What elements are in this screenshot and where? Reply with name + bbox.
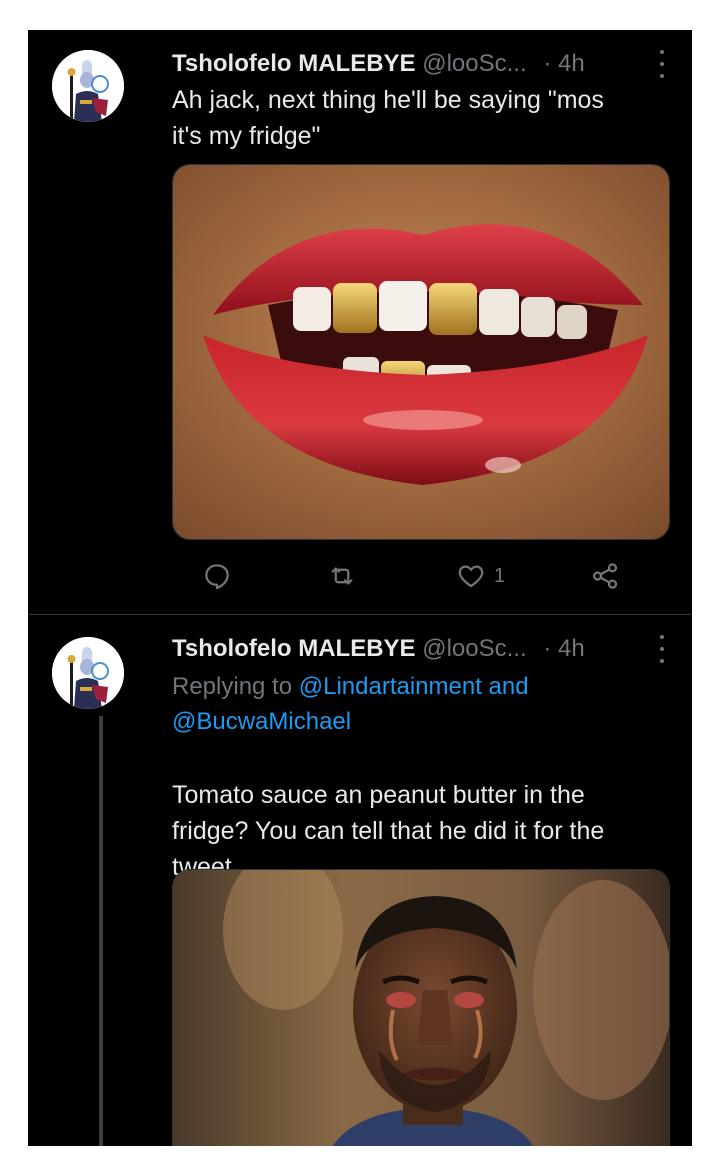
like-button[interactable]: 1 bbox=[456, 558, 505, 594]
tweet-actions: 1 bbox=[172, 558, 668, 594]
retweet-button[interactable] bbox=[326, 558, 358, 594]
thread-line bbox=[99, 716, 103, 1146]
reply-icon bbox=[205, 564, 229, 590]
lips-gold-teeth-photo[interactable] bbox=[172, 164, 670, 540]
tweet-text: Ah jack, next thing he'll be saying "mos… bbox=[172, 82, 668, 154]
heart-icon bbox=[458, 565, 484, 588]
timestamp[interactable]: 4h bbox=[558, 635, 585, 662]
tweet-text-line: Tomato sauce an peanut butter in the bbox=[172, 781, 585, 809]
tweet-text-line: fridge? You can tell that he did it for … bbox=[172, 817, 605, 845]
replying-to: Replying to @Lindartainment and @BucwaMi… bbox=[172, 669, 652, 739]
retweet-icon bbox=[331, 567, 353, 585]
tweet-text-line: it's my fridge" bbox=[172, 122, 321, 150]
replying-to-label: Replying to bbox=[172, 673, 299, 700]
more-options-icon[interactable] bbox=[654, 50, 670, 78]
mention-link[interactable]: @Lindartainment bbox=[299, 673, 482, 700]
tweet-header: Tsholofelo MALEBYE @looSc... · 4h bbox=[172, 46, 662, 82]
tweet[interactable]: Tsholofelo MALEBYE @looSc... · 4h Ah jac… bbox=[28, 30, 692, 614]
tweet[interactable]: Tsholofelo MALEBYE @looSc... · 4h Replyi… bbox=[28, 615, 692, 1146]
author-handle[interactable]: @looSc... bbox=[422, 635, 526, 662]
author-handle[interactable]: @looSc... bbox=[422, 50, 526, 77]
mention-connector: and bbox=[481, 673, 529, 700]
avatar[interactable] bbox=[52, 50, 124, 122]
reply-button[interactable] bbox=[202, 558, 232, 594]
share-button[interactable] bbox=[590, 558, 620, 594]
more-options-icon[interactable] bbox=[654, 635, 670, 663]
crying-man-photo[interactable] bbox=[172, 869, 670, 1146]
mention-link[interactable]: @BucwaMichael bbox=[172, 708, 351, 735]
avatar[interactable] bbox=[52, 637, 124, 709]
separator-dot: · bbox=[543, 635, 552, 662]
timeline-screen: Tsholofelo MALEBYE @looSc... · 4h Ah jac… bbox=[28, 30, 692, 1146]
author-name[interactable]: Tsholofelo MALEBYE bbox=[172, 635, 416, 662]
timestamp[interactable]: 4h bbox=[558, 50, 585, 77]
separator-dot: · bbox=[543, 50, 552, 77]
tweet-text-line: Ah jack, next thing he'll be saying "mos bbox=[172, 86, 604, 114]
tweet-header: Tsholofelo MALEBYE @looSc... · 4h bbox=[172, 631, 662, 667]
share-icon bbox=[592, 563, 618, 589]
like-count: 1 bbox=[494, 564, 506, 587]
author-name[interactable]: Tsholofelo MALEBYE bbox=[172, 50, 416, 77]
